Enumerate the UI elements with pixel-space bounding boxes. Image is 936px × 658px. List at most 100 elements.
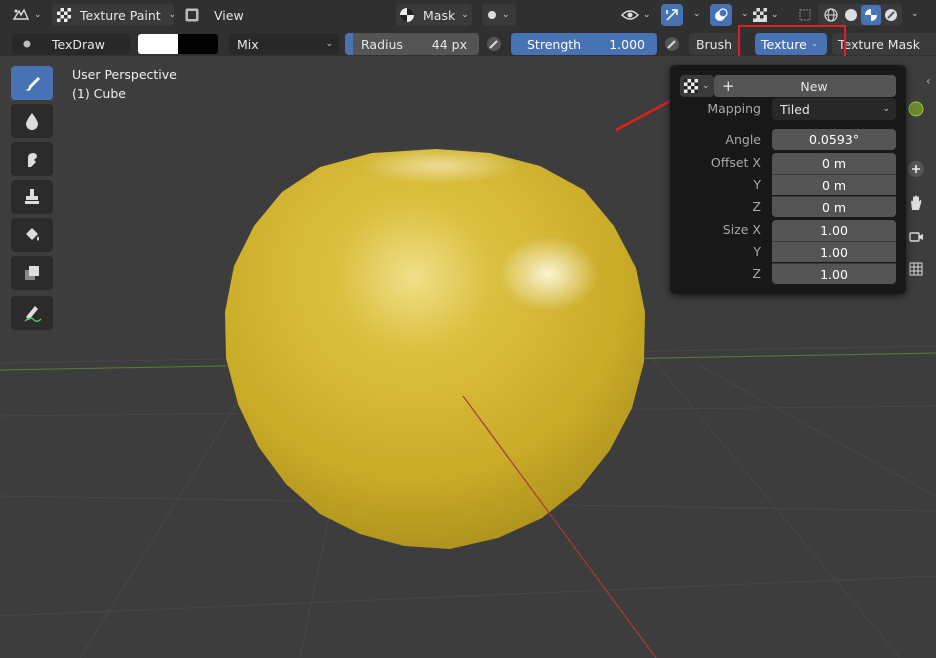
size-y-label: Y	[753, 244, 761, 259]
pan-hand-icon[interactable]	[903, 190, 929, 216]
texture-mask-panel-tab[interactable]: Texture Mask	[832, 33, 936, 55]
fill-tool[interactable]	[11, 218, 53, 252]
offset-x-field[interactable]: 0 m	[772, 153, 896, 174]
offset-z-value: 0 m	[821, 199, 847, 215]
editor-type-icon	[12, 7, 30, 23]
texture-mask-tab-label: Texture Mask	[838, 36, 920, 52]
view-menu[interactable]: View	[214, 4, 244, 26]
size-x-value: 1.00	[820, 223, 848, 238]
texture-browse-button[interactable]: ⌄	[680, 75, 714, 97]
size-x-field[interactable]: 1.00	[772, 220, 896, 241]
sidebar-toggle-icon[interactable]: ‹	[926, 74, 931, 88]
viewport-object-label: (1) Cube	[72, 86, 126, 101]
radius-pressure-toggle[interactable]	[482, 33, 506, 55]
tool-settings-bar: TexDraw Mix ⌄ Radius 44 px Strength 1.00…	[0, 25, 936, 58]
new-texture-button[interactable]: + New	[714, 75, 896, 97]
ortho-grid-icon[interactable]	[903, 256, 929, 282]
brush-icon	[21, 72, 43, 94]
annotate-pencil-icon	[21, 302, 43, 324]
annotation-arrow	[615, 96, 677, 132]
chevron-down-icon[interactable]: ⌄	[741, 9, 749, 19]
secondary-color-swatch[interactable]	[178, 34, 218, 54]
view-menu-label: View	[214, 7, 244, 23]
radius-slider[interactable]: Radius 44 px	[345, 33, 479, 55]
pen-pressure-icon	[486, 36, 502, 52]
checker-icon	[753, 8, 767, 22]
shading-mode-group	[818, 4, 902, 26]
strength-slider[interactable]: Strength 1.000	[511, 33, 657, 55]
gizmo-icon	[665, 8, 679, 22]
material-shading-icon[interactable]	[861, 5, 881, 25]
checker-icon	[56, 7, 72, 23]
offset-x-value: 0 m	[821, 156, 847, 171]
mapping-select[interactable]: Tiled ⌄	[772, 98, 896, 120]
sphere-object[interactable]	[225, 149, 645, 549]
rendered-shading-icon[interactable]	[881, 8, 901, 22]
offset-x-label: Offset X	[710, 155, 761, 170]
overlay-toggle[interactable]	[710, 4, 732, 26]
primary-color-swatch[interactable]	[138, 34, 178, 54]
chevron-down-icon: ⌄	[702, 81, 710, 91]
camera-view-icon[interactable]	[903, 224, 929, 250]
strength-label: Strength	[527, 36, 582, 52]
chevron-down-icon: ⌄	[882, 104, 890, 114]
new-texture-label: New	[800, 78, 828, 94]
rim-highlight	[360, 148, 520, 184]
highlight-box	[738, 25, 846, 58]
toggle-button[interactable]	[180, 4, 204, 26]
smear-tool[interactable]	[11, 142, 53, 176]
symmetry-selector[interactable]: ⌄	[482, 4, 516, 26]
offset-y-field[interactable]: 0 m	[772, 174, 896, 195]
clone-tool[interactable]	[11, 180, 53, 214]
solid-shading-icon[interactable]	[841, 8, 861, 22]
xray-icon	[798, 8, 812, 22]
pen-pressure-icon	[664, 36, 680, 52]
eye-icon	[621, 8, 639, 22]
size-z-label: Z	[752, 266, 761, 281]
xray-toggle[interactable]	[795, 4, 815, 26]
chevron-down-icon[interactable]: ⌄	[693, 9, 701, 19]
chevron-down-icon: ⌄	[168, 10, 177, 20]
mask-selector[interactable]: Mask ⌄	[396, 4, 472, 26]
soften-tool[interactable]	[11, 104, 53, 138]
size-y-field[interactable]: 1.00	[772, 241, 896, 262]
angle-value: 0.0593°	[809, 132, 859, 147]
visibility-selector[interactable]: ⌄	[621, 4, 655, 26]
chevron-down-icon: ⌄	[461, 10, 469, 20]
axis-gizmo-icon[interactable]	[903, 96, 929, 122]
draw-tool[interactable]	[11, 66, 53, 100]
xray-selector[interactable]: ⌄	[753, 4, 789, 26]
editor-type-selector[interactable]: ⌄	[12, 4, 48, 26]
mapping-label: Mapping	[707, 101, 761, 116]
brush-preview-icon	[12, 39, 42, 49]
mask-label: Mask	[423, 7, 456, 23]
blend-mode-value: Mix	[237, 36, 259, 52]
size-x-label: Size X	[722, 222, 761, 237]
gizmo-toggle[interactable]	[661, 4, 683, 26]
radius-label: Radius	[361, 36, 403, 52]
strength-value: 1.000	[609, 36, 645, 52]
chevron-down-icon: ⌄	[771, 10, 779, 20]
mode-selector[interactable]: Texture Paint ⌄	[52, 4, 177, 26]
chevron-down-icon: ⌄	[34, 10, 42, 20]
wireframe-shading-icon[interactable]	[821, 8, 841, 22]
offset-z-field[interactable]: 0 m	[772, 196, 896, 217]
chevron-down-icon[interactable]: ⌄	[911, 9, 919, 19]
angle-field[interactable]: 0.0593°	[772, 129, 896, 150]
square-toggle-icon	[184, 7, 200, 23]
angle-label: Angle	[725, 132, 761, 147]
radius-value: 44 px	[431, 36, 467, 52]
brush-panel-tab[interactable]: Brush	[689, 33, 739, 55]
mask-tool[interactable]	[11, 256, 53, 290]
offset-z-label: Z	[752, 199, 761, 214]
strength-pressure-toggle[interactable]	[660, 33, 684, 55]
dot-icon	[486, 9, 498, 21]
offset-y-value: 0 m	[821, 177, 847, 193]
brush-tab-label: Brush	[695, 36, 733, 52]
stamp-icon	[22, 187, 42, 207]
annotate-tool[interactable]	[11, 296, 53, 330]
size-z-field[interactable]: 1.00	[772, 263, 896, 284]
zoom-icon[interactable]	[903, 156, 929, 182]
blend-mode-select[interactable]: Mix ⌄	[229, 33, 339, 55]
brush-selector[interactable]: TexDraw	[12, 33, 130, 55]
